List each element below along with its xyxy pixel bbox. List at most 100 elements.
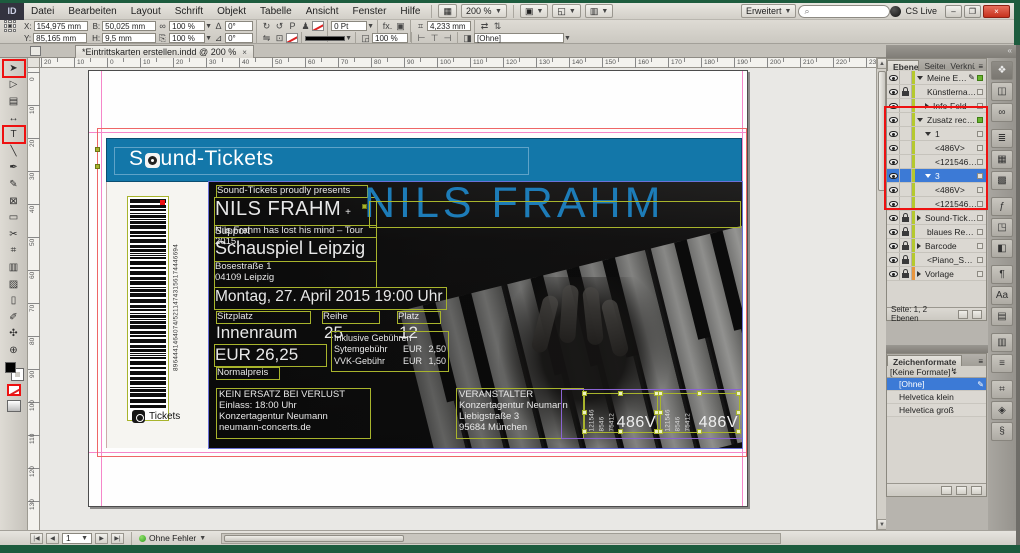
visibility-toggle[interactable] [887, 141, 900, 154]
text-frame-price[interactable]: EUR 26,25 [214, 344, 327, 367]
scrollbar-thumb[interactable] [878, 71, 886, 191]
layer-row[interactable]: <121546854675412> [887, 197, 986, 211]
selection-square[interactable] [977, 145, 983, 151]
selection-square[interactable] [977, 229, 983, 235]
page-tool[interactable]: ▤ [3, 93, 25, 110]
tab-ebenen[interactable]: Ebenen [887, 60, 919, 71]
text-frame-price-note[interactable]: Normalpreis [216, 367, 280, 380]
anchor-handle[interactable] [362, 204, 367, 209]
panel-group-active-icon[interactable]: ❖ [991, 61, 1013, 80]
selection-handle[interactable] [582, 410, 587, 415]
close-tab-icon[interactable]: × [242, 48, 247, 57]
character-styles-panel-icon[interactable]: ▥ [991, 333, 1013, 352]
rectangle-tool[interactable]: ▭ [3, 209, 25, 226]
fill-swatch[interactable] [5, 362, 16, 373]
menu-fenster[interactable]: Fenster [346, 3, 394, 20]
document-tab[interactable]: *Eintrittskarten erstellen.indd @ 200 % … [75, 45, 254, 58]
menu-tabelle[interactable]: Tabelle [253, 3, 299, 20]
layer-row[interactable]: Zusatz rechts unten [887, 113, 986, 127]
text-frame-fees[interactable]: Inklusive Gebühren SytemgebührEUR2,50 VV… [331, 331, 449, 372]
clear-overrides-button[interactable] [941, 486, 952, 495]
select-container-icon[interactable]: ♟ [299, 21, 312, 32]
zoom-tool[interactable]: ⊕ [3, 342, 25, 359]
selection-handle[interactable] [697, 429, 702, 434]
scale-y-field[interactable]: 100 % [169, 33, 205, 43]
anchor-handle[interactable] [95, 164, 100, 169]
document-page[interactable]: S und-Tickets 8964441464074/521147431561… [88, 70, 748, 507]
next-page-button[interactable]: ▶ [95, 533, 108, 544]
visibility-toggle[interactable] [887, 99, 900, 112]
expander-icon[interactable] [925, 132, 931, 136]
big-artist-text-frame[interactable] [369, 201, 741, 228]
lock-toggle[interactable] [900, 225, 912, 238]
align-panel-icon[interactable]: ≡ [991, 354, 1013, 373]
layer-row[interactable]: <Piano_SW.tif> [887, 253, 986, 267]
minimize-button[interactable]: – [945, 5, 962, 18]
dock-header[interactable]: « [886, 45, 1016, 58]
menu-objekt[interactable]: Objekt [210, 3, 253, 20]
fit-content-icon[interactable]: ⊡ [273, 33, 286, 44]
break-link-icon[interactable]: ↯ [950, 366, 957, 377]
expander-icon[interactable] [925, 103, 929, 109]
selection-handle[interactable] [697, 391, 702, 396]
visibility-toggle[interactable] [887, 197, 900, 210]
lock-toggle[interactable] [900, 211, 912, 224]
expander-icon[interactable] [917, 243, 921, 249]
stroke-style-dropdown[interactable] [305, 36, 345, 41]
rectangle-frame-tool[interactable]: ⊠ [3, 193, 25, 210]
composer-icon[interactable]: P [286, 21, 299, 32]
layer-row[interactable]: <486V> [887, 183, 986, 197]
zoom-level-dropdown[interactable]: 200 % ▼ [461, 4, 507, 18]
pages-panel-icon[interactable]: ◫ [991, 82, 1013, 101]
lock-toggle[interactable] [900, 155, 912, 168]
lock-toggle[interactable] [900, 183, 912, 196]
layer-row[interactable]: Künstlername groß [887, 85, 986, 99]
selection-handle[interactable] [618, 391, 623, 396]
flip-horizontal-icon[interactable]: ⇄ [478, 21, 491, 32]
layer-row[interactable]: blaues Rechteck oben [887, 225, 986, 239]
selection-square[interactable] [977, 243, 983, 249]
gap-tool[interactable]: ↔ [3, 110, 25, 127]
object-styles-panel-icon[interactable]: ◳ [991, 218, 1013, 237]
selection-handle[interactable] [658, 391, 663, 396]
previous-page-button[interactable]: ◀ [46, 533, 59, 544]
text-frame-datetime[interactable]: Montag, 27. April 2015 19:00 Uhr [214, 287, 447, 310]
lock-toggle[interactable] [900, 169, 912, 182]
corner-radius-field[interactable]: 4,233 mm [427, 21, 471, 31]
tab-seiten[interactable]: Seiten [919, 60, 945, 71]
lock-toggle[interactable] [900, 197, 912, 210]
panel-menu-icon[interactable]: ≡ [975, 62, 986, 71]
selection-square[interactable] [977, 103, 983, 109]
gradient-panel-icon[interactable]: ▩ [991, 171, 1013, 190]
expander-icon[interactable] [917, 76, 923, 80]
layer-row[interactable]: 3 [887, 169, 986, 183]
align-center-icon[interactable]: ⊤ [428, 33, 441, 44]
selection-square[interactable] [977, 201, 983, 207]
width-field[interactable]: 50,025 mm [102, 21, 156, 31]
lock-toggle[interactable] [900, 253, 912, 266]
selection-handle[interactable] [582, 391, 587, 396]
document-canvas[interactable]: 2010010203040506070809010011012013014015… [28, 58, 876, 530]
paragraph-styles-panel-icon[interactable]: ▤ [991, 307, 1013, 326]
visibility-toggle[interactable] [887, 113, 900, 126]
delete-layer-button[interactable] [972, 310, 982, 319]
arrange-documents-dropdown[interactable]: ▥▼ [585, 4, 613, 18]
expander-icon[interactable] [925, 174, 931, 178]
swatches-panel-icon[interactable]: ▦ [991, 150, 1013, 169]
pathfinder-panel-icon[interactable]: ◈ [991, 401, 1013, 420]
transform-panel-icon[interactable]: ⌗ [991, 380, 1013, 399]
selection-handle[interactable] [736, 429, 741, 434]
search-input[interactable]: ⌕ [798, 5, 890, 18]
stroke-panel-icon[interactable]: ≣ [991, 129, 1013, 148]
stroke-none-swatch[interactable] [312, 21, 324, 31]
barcode[interactable] [127, 196, 169, 421]
text-frame-seat-value[interactable]: Innenraum [216, 323, 326, 345]
scripts-panel-icon[interactable]: § [991, 422, 1013, 441]
lock-toggle[interactable] [900, 267, 912, 280]
panel-menu-icon[interactable]: ≡ [975, 357, 986, 366]
layer-row[interactable]: Barcode [887, 239, 986, 253]
lock-toggle[interactable] [900, 99, 912, 112]
vertical-ruler[interactable]: 0102030405060708090100110120130 [28, 68, 40, 530]
character-style-row[interactable]: Helvetica groß [887, 404, 986, 417]
workspace-switcher[interactable]: Erweitert ▼ [741, 4, 796, 18]
